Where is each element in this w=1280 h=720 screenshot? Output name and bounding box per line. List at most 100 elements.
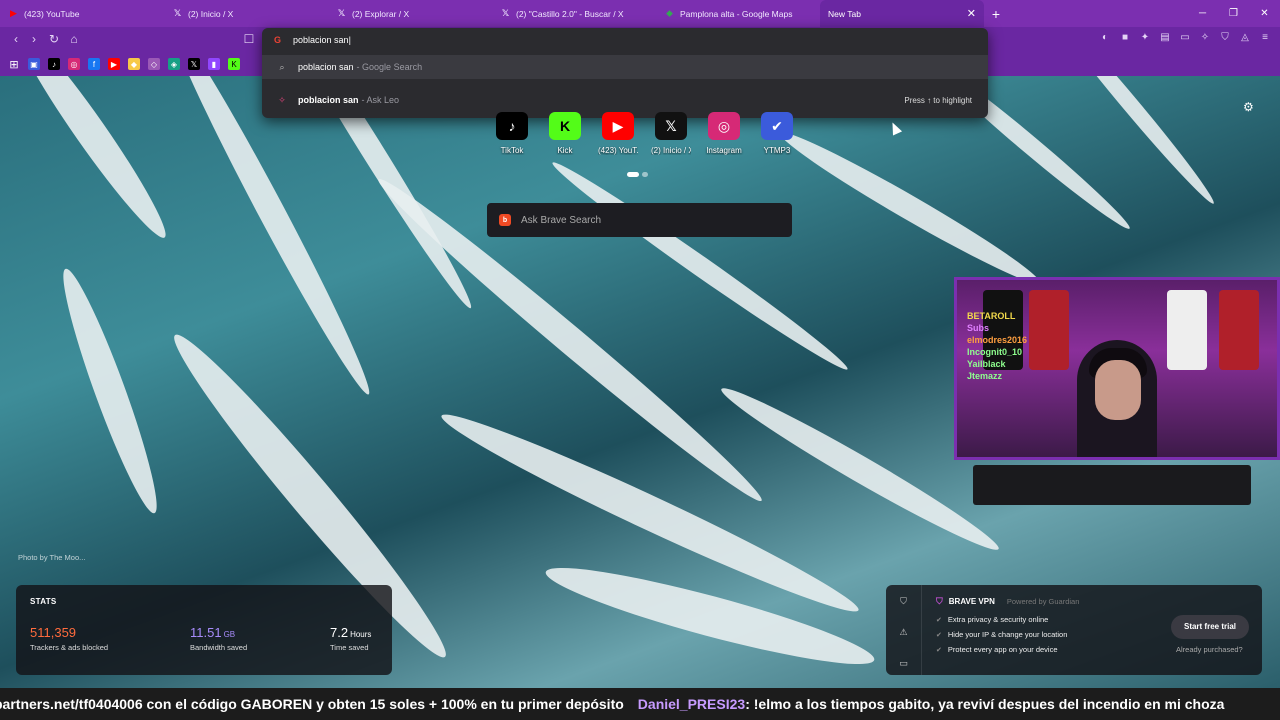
google-maps-icon: ⬥ bbox=[666, 8, 673, 18]
wallet-icon[interactable]: ▭ bbox=[1178, 31, 1192, 45]
x-icon: 𝕏 bbox=[501, 8, 510, 18]
google-icon: G bbox=[274, 35, 282, 45]
vpn-shield-icon: ⛉ bbox=[936, 596, 943, 606]
ticker-message: : !elmo a los tiempos gabito, ya reviví … bbox=[745, 696, 1225, 712]
stream-ticker: partners.net/tf0404006 con el código GAB… bbox=[0, 688, 1280, 720]
x-icon: 𝕏 bbox=[173, 8, 182, 18]
stat-time: 7.2 Hours Time saved bbox=[330, 625, 372, 652]
search-icon: ⌕ bbox=[279, 61, 285, 72]
menu-icon[interactable]: ≡ bbox=[1258, 31, 1272, 45]
address-input[interactable]: G poblacion san | bbox=[262, 28, 988, 52]
leo-icon: ✧ bbox=[278, 94, 286, 105]
x-icon: 𝕏 bbox=[337, 8, 346, 18]
reload-icon[interactable]: ↻ bbox=[46, 31, 62, 47]
highlight-hint: Press ↑ to highlight bbox=[904, 95, 972, 105]
window-controls: ─ ❐ ✕ bbox=[1187, 0, 1280, 27]
photo-credit[interactable]: Photo by The Moo... bbox=[18, 553, 85, 562]
ticker-promo: partners.net/tf0404006 con el código GAB… bbox=[0, 696, 624, 712]
ytmp3-icon: ✔ bbox=[761, 112, 793, 140]
bookmark-favicon[interactable]: ◈ bbox=[168, 58, 180, 70]
apps-icon[interactable]: ⊞ bbox=[8, 58, 20, 71]
search-placeholder: Ask Brave Search bbox=[521, 214, 602, 226]
brave-logo-icon: b bbox=[499, 214, 511, 226]
top-site-ytmp3[interactable]: ✔ YTMP3 bbox=[757, 112, 797, 155]
top-sites: ♪ TikTok K Kick ▶ (423) YouT... 𝕏 (2) In… bbox=[492, 112, 797, 155]
gear-icon[interactable]: ⚙ bbox=[1243, 100, 1254, 114]
tab-title: New Tab bbox=[828, 8, 861, 19]
tab-strip: ▶ (423) YouTube 𝕏 (2) Inicio / X 𝕏 (2) E… bbox=[0, 0, 1280, 27]
x-icon: 𝕏 bbox=[655, 112, 687, 140]
kick-icon: K bbox=[549, 112, 581, 140]
shield-icon[interactable]: ⛉ bbox=[886, 596, 921, 616]
vpn-widget: ⛉ ⚠ ▭ ⛉ BRAVE VPN Powered by Guardian ✔ E… bbox=[886, 585, 1262, 675]
bookmark-favicon[interactable]: ◆ bbox=[128, 58, 140, 70]
back-icon[interactable]: ‹ bbox=[8, 31, 24, 47]
translate-icon[interactable]: ◐ bbox=[1098, 31, 1112, 45]
bookmark-favicon[interactable]: ▣ bbox=[28, 58, 40, 70]
shield-icon[interactable]: ⛉ bbox=[1218, 31, 1232, 45]
vpn-features: ✔ Extra privacy & security online ✔ Hide y… bbox=[936, 615, 1067, 660]
already-purchased-link[interactable]: Already purchased? bbox=[1176, 645, 1243, 654]
restore-icon[interactable]: ❐ bbox=[1218, 0, 1249, 27]
start-free-trial-button[interactable]: Start free trial bbox=[1171, 615, 1249, 639]
top-site-x[interactable]: 𝕏 (2) Inicio / X bbox=[651, 112, 691, 155]
card-icon[interactable]: ▭ bbox=[886, 658, 921, 678]
stats-title: STATS bbox=[30, 597, 57, 606]
top-site-youtube[interactable]: ▶ (423) YouT... bbox=[598, 112, 638, 155]
kick-icon[interactable]: K bbox=[228, 58, 240, 70]
vpn-title: ⛉ BRAVE VPN Powered by Guardian bbox=[936, 596, 1080, 606]
top-site-kick[interactable]: K Kick bbox=[545, 112, 585, 155]
extensions-area: ◐ ■ ✦ ▤ ▭ ✧ ⛉ ◬ ≡ bbox=[1098, 31, 1272, 45]
webcam-overlay: BETAROLL Subs elmodres2016 Incognit0_10 … bbox=[954, 277, 1280, 460]
brave-search-box[interactable]: b Ask Brave Search bbox=[487, 203, 792, 237]
tab-title: (2) Explorar / X bbox=[352, 8, 410, 19]
stats-widget: STATS 511,359 Trackers & ads blocked 11.… bbox=[16, 585, 392, 675]
tab-x-inicio[interactable]: 𝕏 (2) Inicio / X bbox=[164, 0, 328, 27]
suggestion-ask-leo[interactable]: ✧ poblacion san - Ask Leo Press ↑ to hig… bbox=[262, 88, 988, 112]
home-icon[interactable]: ⌂ bbox=[66, 31, 82, 47]
tab-title: (2) "Castillo 2.0" - Buscar / X bbox=[516, 8, 624, 19]
twitch-icon[interactable]: ▮ bbox=[208, 58, 220, 70]
tab-title: (2) Inicio / X bbox=[188, 8, 234, 19]
top-site-instagram[interactable]: ◎ Instagram bbox=[704, 112, 744, 155]
check-icon: ✔ bbox=[936, 616, 942, 624]
tab-youtube[interactable]: ▶ (423) YouTube bbox=[0, 0, 164, 27]
suggestion-google-search[interactable]: ⌕ poblacion san - Google Search bbox=[262, 55, 988, 79]
new-tab-button[interactable]: + bbox=[984, 6, 1008, 22]
widget-switcher: ⛉ ⚠ ▭ bbox=[886, 585, 922, 675]
stat-bandwidth: 11.51 GB Bandwidth saved bbox=[190, 625, 248, 652]
top-site-tiktok[interactable]: ♪ TikTok bbox=[492, 112, 532, 155]
bookmark-favicon[interactable]: ◇ bbox=[148, 58, 160, 70]
youtube-icon: ▶ bbox=[10, 8, 17, 18]
bookmark-icon[interactable]: ☐ bbox=[241, 31, 257, 47]
leo-icon[interactable]: ✧ bbox=[1198, 31, 1212, 45]
check-icon: ✔ bbox=[936, 631, 942, 639]
list-item: ✔ Extra privacy & security online bbox=[936, 615, 1049, 624]
tab-google-maps[interactable]: ⬥ Pamplona alta - Google Maps bbox=[656, 0, 820, 27]
instagram-icon: ◎ bbox=[708, 112, 740, 140]
forward-icon[interactable]: › bbox=[26, 31, 42, 47]
puzzle-icon[interactable]: ✦ bbox=[1138, 31, 1152, 45]
tab-new-tab[interactable]: New Tab ✕ bbox=[820, 0, 984, 27]
tiktok-icon: ♪ bbox=[496, 112, 528, 140]
extension-icon[interactable]: ■ bbox=[1118, 31, 1132, 45]
vpn-icon[interactable]: ◬ bbox=[1238, 31, 1252, 45]
alert-icon[interactable]: ⚠ bbox=[886, 627, 921, 647]
tab-x-buscar[interactable]: 𝕏 (2) "Castillo 2.0" - Buscar / X bbox=[492, 0, 656, 27]
close-window-icon[interactable]: ✕ bbox=[1249, 0, 1280, 27]
x-icon[interactable]: 𝕏 bbox=[188, 58, 200, 70]
tab-x-explorar[interactable]: 𝕏 (2) Explorar / X bbox=[328, 0, 492, 27]
ticker-user: Daniel_PRESI23 bbox=[637, 696, 746, 712]
youtube-icon[interactable]: ▶ bbox=[108, 58, 120, 70]
tab-title: (423) YouTube bbox=[24, 8, 80, 19]
sidebar-icon[interactable]: ▤ bbox=[1158, 31, 1172, 45]
top-sites-pager[interactable] bbox=[627, 172, 648, 177]
minimize-icon[interactable]: ─ bbox=[1187, 0, 1218, 27]
omnibox-dropdown: G poblacion san | ⌕ poblacion san - Googl… bbox=[262, 28, 988, 118]
close-icon[interactable]: ✕ bbox=[967, 7, 976, 20]
stat-trackers: 511,359 Trackers & ads blocked bbox=[30, 625, 109, 652]
tiktok-icon[interactable]: ♪ bbox=[48, 58, 60, 70]
youtube-icon: ▶ bbox=[602, 112, 634, 140]
instagram-icon[interactable]: ◎ bbox=[68, 58, 80, 70]
facebook-icon[interactable]: f bbox=[88, 58, 100, 70]
